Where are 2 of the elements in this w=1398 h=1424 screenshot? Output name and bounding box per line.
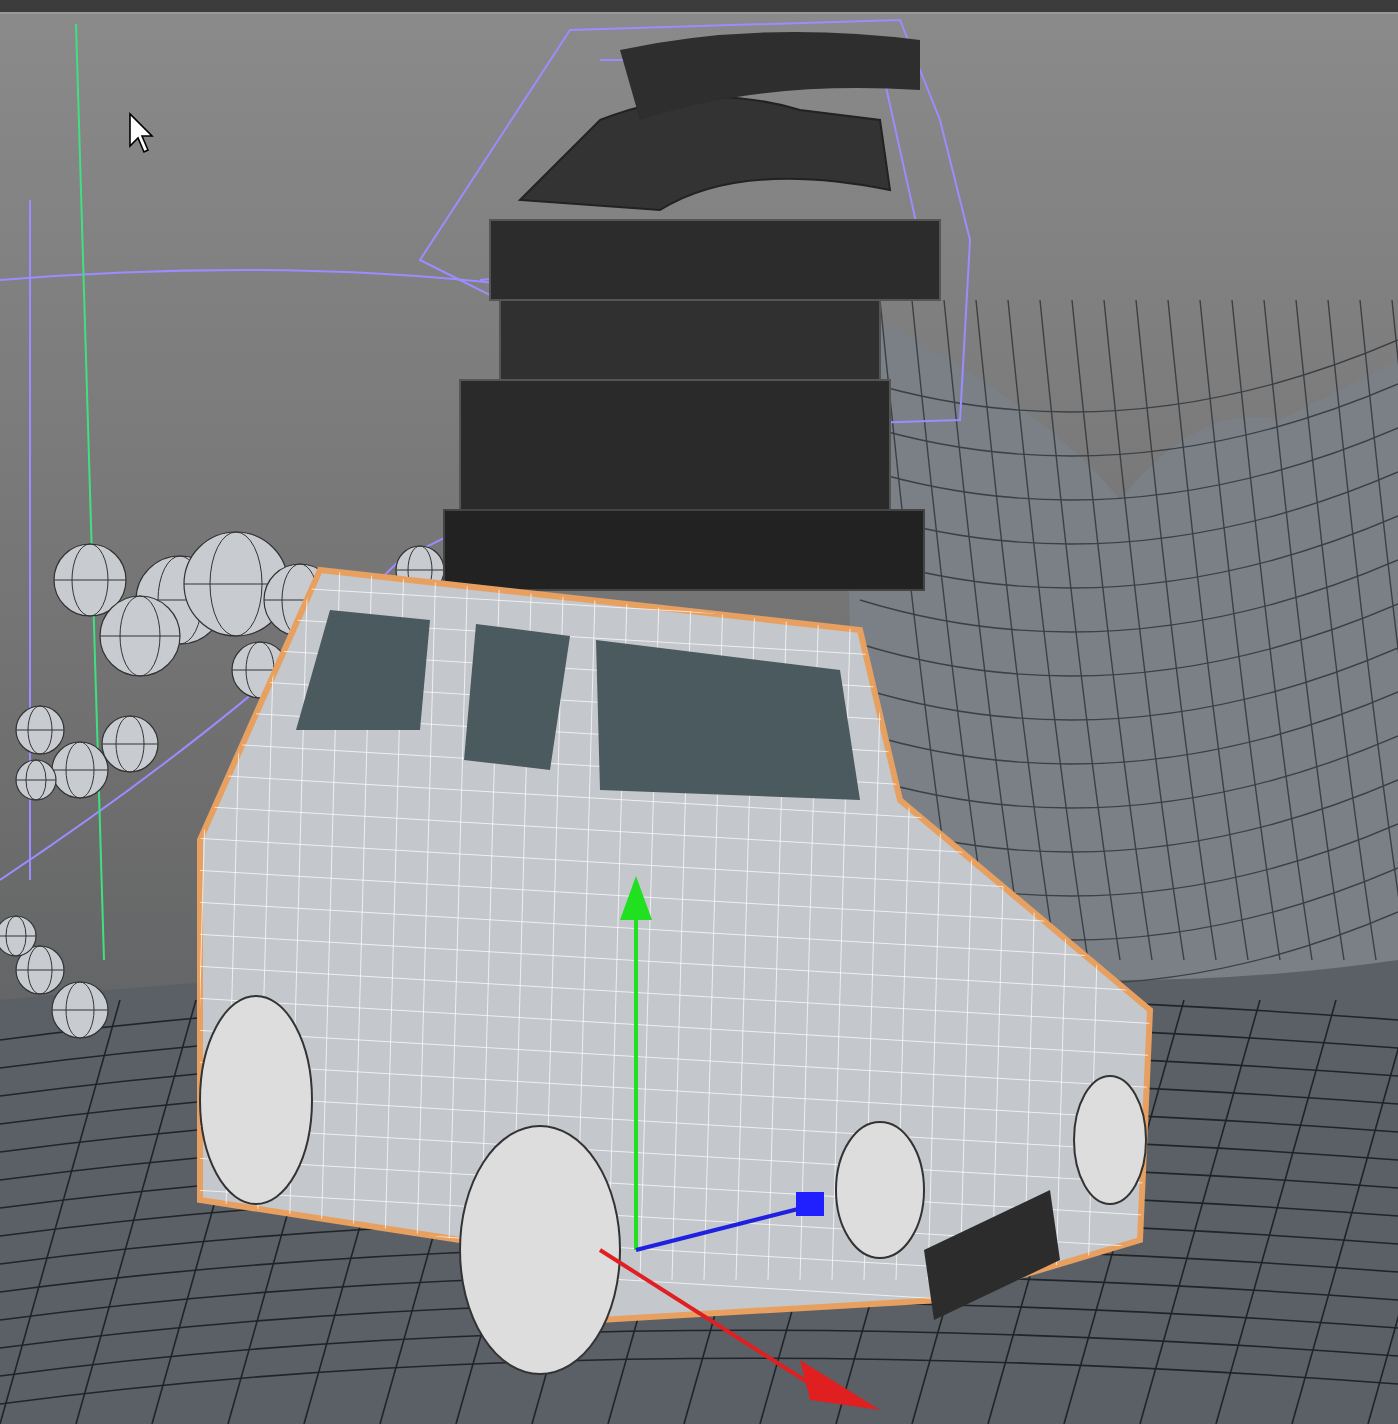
mouse-pointer-icon [129, 112, 154, 154]
3d-scene-drawing[interactable] [0, 18, 1398, 1424]
